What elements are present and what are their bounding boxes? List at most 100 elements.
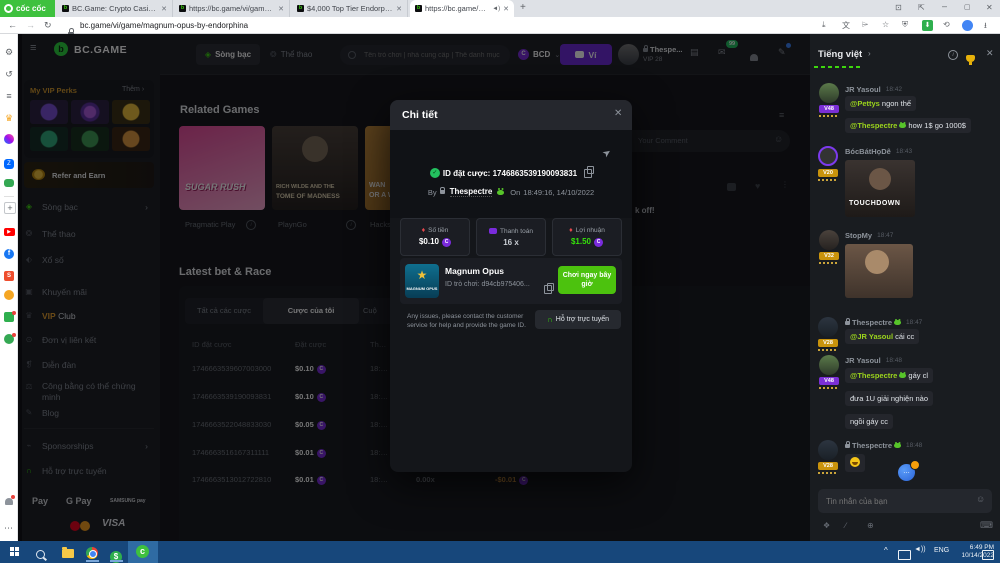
- crown-icon[interactable]: ♛: [3, 112, 15, 124]
- chat-message-input[interactable]: [824, 493, 968, 509]
- figure: [869, 168, 891, 190]
- settings-gear-icon[interactable]: ⚙: [3, 46, 15, 58]
- tab-close-icon[interactable]: ✕: [278, 5, 284, 13]
- avatar[interactable]: [819, 355, 839, 375]
- maximize-button[interactable]: ▢: [964, 3, 971, 11]
- mention[interactable]: @JR Yasoul: [850, 332, 893, 341]
- reload-button[interactable]: ↻: [44, 20, 52, 31]
- tab-close-icon[interactable]: ✕: [396, 5, 402, 13]
- tab-close-icon[interactable]: ✕: [503, 5, 509, 13]
- forward-button[interactable]: →: [26, 20, 35, 30]
- action-center-icon[interactable]: [982, 547, 994, 563]
- keyboard-icon[interactable]: ⌨: [980, 520, 993, 531]
- history-icon[interactable]: ↺: [3, 68, 15, 80]
- emoji-icon[interactable]: ☺: [976, 494, 985, 504]
- downloads-icon[interactable]: ⭳: [984, 20, 987, 34]
- avatar[interactable]: [818, 317, 838, 337]
- close-window-button[interactable]: ✕: [986, 3, 993, 12]
- chat-username[interactable]: JR Yasoul18:42: [845, 85, 902, 94]
- laughing-emoji: [850, 457, 860, 467]
- tab-audio-icon[interactable]: ◄): [492, 6, 500, 12]
- coin-icon: C: [442, 238, 451, 247]
- adblock-shield-icon[interactable]: ⛨: [902, 20, 908, 30]
- new-tab-button[interactable]: +: [520, 2, 526, 13]
- download-extension-icon[interactable]: ⬇: [922, 20, 933, 31]
- coccoc-icon: c: [136, 545, 149, 558]
- game-thumbnail[interactable]: ★ MAGNUM OPUS: [405, 264, 439, 298]
- coin-rain-icon[interactable]: ❖: [823, 521, 830, 530]
- taskbar-search-icon[interactable]: [36, 546, 45, 563]
- youtube-icon[interactable]: ▶: [3, 224, 15, 236]
- attach-icon[interactable]: ⊕: [867, 521, 874, 530]
- plant-icon[interactable]: [3, 334, 15, 346]
- bookmark-star-icon[interactable]: ☆: [882, 20, 889, 29]
- close-icon[interactable]: ✕: [614, 108, 622, 119]
- bet-author[interactable]: Thespectre: [450, 187, 493, 197]
- notification-bell-icon[interactable]: [3, 496, 15, 508]
- modal-title: Chi tiết: [402, 109, 438, 121]
- capture-icon[interactable]: ⊡: [895, 3, 902, 12]
- tab-close-icon[interactable]: ✕: [161, 5, 167, 13]
- share-icon[interactable]: ⌲: [862, 20, 868, 30]
- zalo-icon[interactable]: Z: [3, 156, 15, 168]
- mention[interactable]: @Thespectre: [850, 121, 897, 130]
- store-icon[interactable]: [3, 312, 15, 324]
- chat-language-tab[interactable]: Tiếng việt: [818, 49, 862, 60]
- save-page-icon[interactable]: ⤓: [822, 20, 826, 30]
- language-indicator[interactable]: ENG: [934, 547, 949, 554]
- tray-expand-icon[interactable]: ^: [884, 546, 888, 555]
- trophy-icon[interactable]: [966, 55, 975, 62]
- chevron-right-icon[interactable]: ›: [868, 49, 871, 58]
- network-icon[interactable]: [898, 547, 911, 563]
- games-icon[interactable]: [3, 178, 15, 190]
- info-icon[interactable]: i: [948, 50, 958, 60]
- chat-image-meme[interactable]: [845, 244, 913, 298]
- url-text[interactable]: bc.game/vi/game/magnum-opus-by-endorphin…: [80, 21, 460, 30]
- browser-tab-active[interactable]: b https://bc.game/vi/game ◄) ✕: [410, 0, 514, 17]
- chat-username[interactable]: BócBátHọDê18:43: [845, 147, 912, 156]
- coccoc-taskbar-active[interactable]: c: [128, 541, 158, 563]
- messenger-icon[interactable]: [3, 134, 15, 146]
- browser-tab-2[interactable]: b https://bc.game/vi/game/the ✕: [174, 0, 290, 17]
- copy-icon[interactable]: [544, 285, 552, 294]
- mention[interactable]: @Pettys: [850, 99, 880, 108]
- shopee-icon[interactable]: S: [3, 268, 15, 280]
- chat-command-icon[interactable]: ∕: [845, 521, 846, 530]
- translate-icon[interactable]: 文: [842, 20, 850, 31]
- minimize-button[interactable]: –: [942, 1, 947, 11]
- update-icon[interactable]: ⟲: [943, 20, 950, 29]
- facebook-icon[interactable]: f: [3, 246, 15, 258]
- avatar[interactable]: [819, 83, 839, 103]
- browser-tab-3[interactable]: b $4,000 Top Tier Endorphina ✕: [292, 0, 408, 17]
- chat-image-meme[interactable]: TOUCHDOWN: [845, 160, 915, 217]
- chat-username[interactable]: Thespectre18:47: [845, 318, 922, 327]
- copy-icon[interactable]: [584, 169, 592, 178]
- browser-tab-1[interactable]: b BC.Game: Crypto Casino Gam ✕: [57, 0, 173, 17]
- back-button[interactable]: ←: [8, 20, 17, 30]
- start-button[interactable]: [10, 547, 19, 556]
- more-icon[interactable]: ⋯: [3, 522, 15, 534]
- mention[interactable]: @Thespectre: [850, 371, 897, 380]
- live-support-button[interactable]: ∩ Hỗ trợ trực tuyến: [535, 310, 621, 329]
- volume-icon[interactable]: ◄)): [914, 546, 926, 553]
- file-explorer-icon[interactable]: [62, 545, 74, 563]
- restore-session-icon[interactable]: ⇱: [918, 3, 925, 12]
- chat-username[interactable]: Thespectre18:48: [845, 441, 922, 450]
- browser-logo[interactable]: cốc cốc: [0, 0, 55, 17]
- vip-badge: V20: [818, 169, 838, 177]
- avatar[interactable]: [819, 230, 839, 250]
- profile-avatar-icon[interactable]: [962, 20, 973, 31]
- lock-icon: [440, 190, 445, 194]
- play-now-button[interactable]: Chơi ngay bây giờ: [558, 266, 616, 294]
- add-shortcut-icon[interactable]: +: [4, 202, 16, 214]
- headset-icon: ∩: [547, 315, 553, 324]
- vip-badge: V48: [819, 105, 839, 113]
- chat-username[interactable]: JR Yasoul18:48: [845, 356, 902, 365]
- stat-amount: ♦Số tiền $0.10C: [400, 218, 470, 256]
- close-chat-icon[interactable]: ✕: [986, 48, 994, 59]
- avatar[interactable]: [818, 146, 838, 166]
- avatar[interactable]: [818, 440, 838, 460]
- reading-list-icon[interactable]: ≡: [3, 90, 15, 102]
- timer-icon[interactable]: [3, 290, 15, 302]
- chat-username[interactable]: StopMy18:47: [845, 231, 893, 240]
